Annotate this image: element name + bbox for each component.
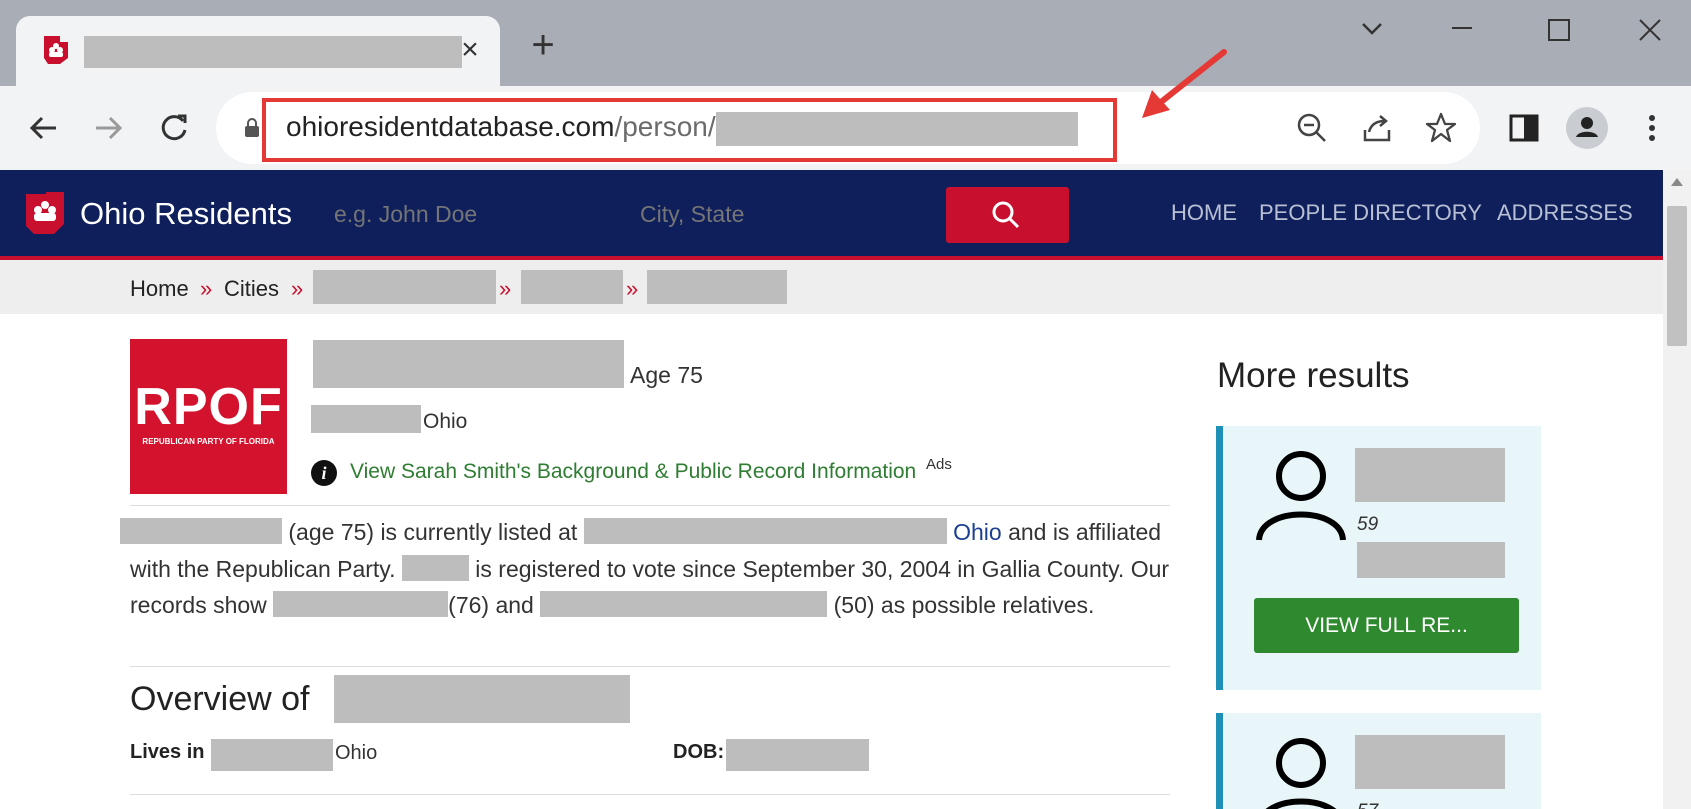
more-results-heading: More results [1217,356,1410,395]
reload-icon[interactable] [152,106,196,150]
summary-paragraph: (age 75) is currently listed at Ohio and… [120,514,1170,624]
breadcrumb-separator: » [200,276,213,301]
breadcrumb-cities[interactable]: Cities [224,276,279,302]
breadcrumb-person-redacted [647,270,787,304]
nav-addresses[interactable]: ADDRESSES [1497,200,1633,226]
breadcrumb: Home » Cities » » » [0,260,1663,314]
address-bar[interactable]: ohioresidentdatabase.com/person/ [216,92,1480,164]
divider [130,505,1170,506]
person-silhouette-icon [1265,738,1337,809]
summary-address-redacted [583,518,947,544]
tab-close-icon[interactable]: × [454,34,486,66]
result-location-redacted [1357,542,1505,578]
overview-heading: Overview of [130,680,310,718]
bookmark-star-icon[interactable] [1423,110,1459,146]
breadcrumb-county-redacted[interactable] [313,270,496,304]
page-scrollbar[interactable] [1663,170,1691,809]
search-button[interactable] [946,187,1069,243]
annotation-arrow-icon [1142,49,1227,118]
url-text[interactable]: ohioresidentdatabase.com/person/ [286,111,716,143]
overview-name-redacted [334,675,630,723]
person-city-redacted [311,405,421,433]
ads-label: Ads [926,456,952,473]
ohio-residents-logo-icon[interactable] [24,190,66,236]
result-age: 57 [1357,801,1378,809]
divider [130,666,1170,667]
relative-1-redacted[interactable] [273,591,449,617]
person-silhouette-icon [1256,451,1346,541]
lock-icon [245,118,259,137]
person-age: Age 75 [630,362,703,388]
result-age: 59 [1357,514,1379,535]
search-icon [992,201,1020,229]
summary-ohio-link[interactable]: Ohio [953,519,1002,545]
window-close-icon[interactable] [1625,12,1675,48]
breadcrumb-city-redacted[interactable] [521,270,623,304]
person-name-redacted [313,340,624,388]
site-header: Ohio Residents HOME PEOPLE DIRECTORY ADD… [0,170,1663,260]
summary-relative-2-age: (50) as possible relatives. [833,592,1095,618]
party-logo-subtext: REPUBLICAN PARTY OF FLORIDA [142,437,275,446]
lives-in-state: Ohio [335,742,378,764]
profile-avatar-icon[interactable] [1565,106,1609,150]
back-arrow-icon[interactable] [22,106,66,150]
summary-firstname-redacted [401,554,469,581]
background-record-link[interactable]: View Sarah Smith's Background & Public R… [350,460,916,484]
party-logo-image: RPOF REPUBLICAN PARTY OF FLORIDA [130,339,287,494]
result-name-redacted[interactable] [1355,448,1505,502]
zoom-out-icon[interactable] [1294,110,1330,146]
tab-title-redacted [84,36,462,68]
nav-home[interactable]: HOME [1171,200,1237,226]
result-name-redacted[interactable] [1355,735,1505,789]
site-favicon-icon [44,36,68,64]
breadcrumb-separator: » [626,276,639,301]
dob-value-redacted [726,739,869,771]
breadcrumb-separator: » [499,276,512,301]
result-card[interactable]: 57 [1216,713,1541,809]
share-icon[interactable] [1359,110,1395,146]
result-card[interactable]: 59 VIEW FULL RE... [1216,426,1541,690]
breadcrumb-home[interactable]: Home [130,276,189,302]
city-state-input[interactable] [638,190,882,238]
browser-menu-icon[interactable] [1630,106,1674,150]
browser-tab[interactable]: × [16,16,500,86]
scroll-up-arrow-icon[interactable] [1671,178,1683,186]
maximize-icon[interactable] [1533,12,1583,48]
party-logo-text: RPOF [134,378,283,436]
scroll-thumb[interactable] [1667,206,1687,346]
breadcrumb-separator: » [291,276,304,301]
browser-toolbar: ohioresidentdatabase.com/person/ [0,86,1691,170]
summary-relative-1-age: (76) and [448,592,534,618]
info-icon: i [311,460,337,486]
tab-search-chevron-down-icon[interactable] [1347,12,1397,48]
relative-2-redacted[interactable] [540,591,828,617]
dob-label: DOB: [673,741,725,763]
side-panel-icon[interactable] [1502,106,1546,150]
person-state: Ohio [423,410,468,433]
nav-people-directory[interactable]: PEOPLE DIRECTORY [1259,200,1482,226]
lives-in-label: Lives in [130,741,205,763]
url-path-redacted [716,112,1078,146]
name-search-input[interactable] [332,190,576,238]
divider [130,794,1170,795]
summary-name-redacted [120,518,282,544]
minimize-icon[interactable] [1437,12,1487,48]
forward-arrow-icon[interactable] [86,106,130,150]
site-name[interactable]: Ohio Residents [80,196,292,232]
summary-text-1: (age 75) is currently listed at [288,519,578,545]
new-tab-button[interactable]: + [525,25,561,65]
view-full-report-button[interactable]: VIEW FULL RE... [1254,598,1519,653]
lives-in-city-redacted [211,739,333,771]
browser-tabstrip: × + [0,0,1691,86]
